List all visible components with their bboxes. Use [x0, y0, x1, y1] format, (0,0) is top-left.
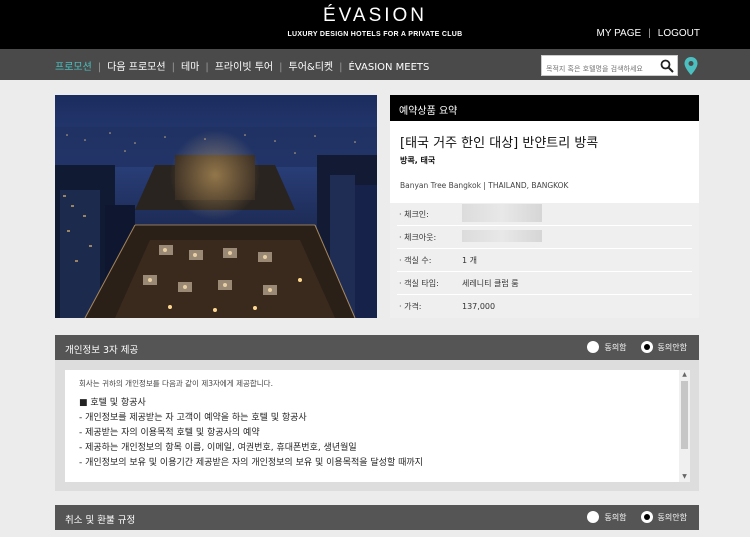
- rooms-value: 1 개: [462, 255, 477, 265]
- privacy-scrollbar[interactable]: ▲ ▼: [679, 370, 690, 482]
- nav-item-private-tour[interactable]: 프라이빗 투어: [215, 62, 273, 73]
- logout-link[interactable]: LOGOUT: [658, 28, 700, 39]
- radio-circle-selected: [640, 511, 653, 523]
- checkin-value-redacted: [462, 204, 542, 222]
- radio-circle: [587, 341, 600, 353]
- rooftop-bar-image: [55, 95, 377, 318]
- privacy-title: 개인정보 3자 제공: [65, 345, 139, 356]
- privacy-line: - 개인정보를 제공받는 자 고객이 예약을 하는 호텔 및 항공사: [79, 413, 307, 423]
- search-input[interactable]: [542, 59, 654, 79]
- hotel-subtitle: Banyan Tree Bangkok | THAILAND, BANGKOK: [400, 181, 569, 190]
- refund-agree-radio[interactable]: 동의함: [587, 511, 627, 523]
- privacy-agree-radio[interactable]: 동의함: [587, 341, 627, 353]
- summary-header: 예약상품 요약: [390, 95, 699, 121]
- info-row-checkout: · 체크아웃:: [397, 226, 692, 249]
- privacy-line: ■ 호텔 및 항공사: [79, 398, 146, 408]
- menu-separator: |: [97, 62, 102, 73]
- menu-separator: |: [339, 62, 343, 73]
- refund-disagree-radio[interactable]: 동의안함: [640, 511, 687, 523]
- top-header: ÉVASION LUXURY DESIGN HOTELS FOR A PRIVA…: [0, 0, 750, 49]
- refund-agree-label: 동의함: [604, 512, 627, 522]
- refund-section-header: 취소 및 환불 규정 동의함 동의안함: [55, 505, 699, 530]
- room-type-value: 세레니티 클럽 룸: [462, 278, 519, 288]
- rooms-label: · 객실 수:: [399, 255, 432, 265]
- search-icon[interactable]: [660, 59, 674, 73]
- privacy-disagree-label: 동의안함: [657, 342, 687, 352]
- location-pin-icon[interactable]: [684, 57, 698, 75]
- radio-circle-selected: [640, 341, 653, 353]
- privacy-text-box[interactable]: 회사는 귀하의 개인정보를 다음과 같이 제3자에게 제공합니다. ■ 호텔 및…: [65, 370, 690, 482]
- privacy-section-header: 개인정보 3자 제공 동의함 동의안함: [55, 335, 699, 360]
- privacy-line: - 제공받는 자의 이용목적 호텔 및 항공사의 예약: [79, 428, 260, 438]
- nav-item-promotion[interactable]: 프로모션: [55, 62, 92, 73]
- account-nav: MY PAGE | LOGOUT: [597, 28, 701, 39]
- privacy-line: - 제공하는 개인정보의 항목 이름, 이메일, 여권번호, 휴대폰번호, 생년…: [79, 443, 357, 453]
- my-page-link[interactable]: MY PAGE: [597, 28, 642, 39]
- privacy-intro: 회사는 귀하의 개인정보를 다음과 같이 제3자에게 제공합니다.: [79, 379, 273, 388]
- nav-item-evasion-meets[interactable]: ÉVASION MEETS: [348, 62, 429, 73]
- nav-separator: |: [648, 28, 651, 39]
- nav-item-theme[interactable]: 테마: [181, 62, 199, 73]
- menu-separator: |: [279, 62, 283, 73]
- search-box: [541, 55, 678, 79]
- site-logo[interactable]: ÉVASION: [0, 5, 750, 27]
- privacy-agree-label: 동의함: [604, 342, 627, 352]
- nav-item-tour-ticket[interactable]: 투어&티켓: [289, 62, 334, 73]
- radio-circle: [587, 511, 600, 523]
- info-row-price: · 가격: 137,000: [397, 295, 692, 318]
- checkin-label: · 체크인:: [399, 209, 429, 219]
- menu-separator: |: [205, 62, 209, 73]
- checkout-label: · 체크아웃:: [399, 232, 437, 242]
- scrollbar-thumb[interactable]: [681, 381, 688, 449]
- refund-disagree-label: 동의안함: [657, 512, 687, 522]
- privacy-disagree-radio[interactable]: 동의안함: [640, 341, 687, 353]
- hotel-location: 방콕, 태국: [400, 156, 436, 165]
- menu-separator: |: [171, 62, 175, 73]
- scroll-down-arrow-icon[interactable]: ▼: [679, 472, 690, 482]
- hotel-title: [태국 거주 한인 대상] 반얀트리 방콕: [400, 136, 599, 151]
- scroll-up-arrow-icon[interactable]: ▲: [679, 370, 690, 380]
- privacy-content-wrap: 회사는 귀하의 개인정보를 다음과 같이 제3자에게 제공합니다. ■ 호텔 및…: [55, 360, 699, 491]
- checkout-value-redacted: [462, 230, 542, 242]
- info-row-rooms: · 객실 수: 1 개: [397, 249, 692, 272]
- privacy-consent-options: 동의함 동의안함: [573, 341, 687, 353]
- price-label: · 가격:: [399, 302, 422, 311]
- room-type-label: · 객실 타입:: [399, 278, 439, 288]
- price-value: 137,000: [462, 302, 496, 311]
- info-row-room-type: · 객실 타입: 세레니티 클럽 룸: [397, 272, 692, 295]
- refund-consent-options: 동의함 동의안함: [573, 511, 687, 523]
- reservation-summary: 예약상품 요약 [태국 거주 한인 대상] 반얀트리 방콕 방콕, 태국 Ban…: [390, 95, 699, 318]
- hotel-photo: [55, 95, 377, 318]
- refund-title: 취소 및 환불 규정: [65, 515, 136, 526]
- nav-item-next-promotion[interactable]: 다음 프로모션: [107, 62, 165, 73]
- reservation-info: · 체크인: · 체크아웃: · 객실 수: 1 개 · 객실 타입: 세레니티…: [390, 203, 699, 318]
- privacy-line: - 개인정보의 보유 및 이용기간 제공받은 자의 개인정보의 보유 및 이용목…: [79, 458, 423, 468]
- main-menu: 프로모션 | 다음 프로모션 | 테마 | 프라이빗 투어 | 투어&티켓 | ÉVASION ME…: [55, 58, 429, 73]
- info-row-checkin: · 체크인:: [397, 203, 692, 226]
